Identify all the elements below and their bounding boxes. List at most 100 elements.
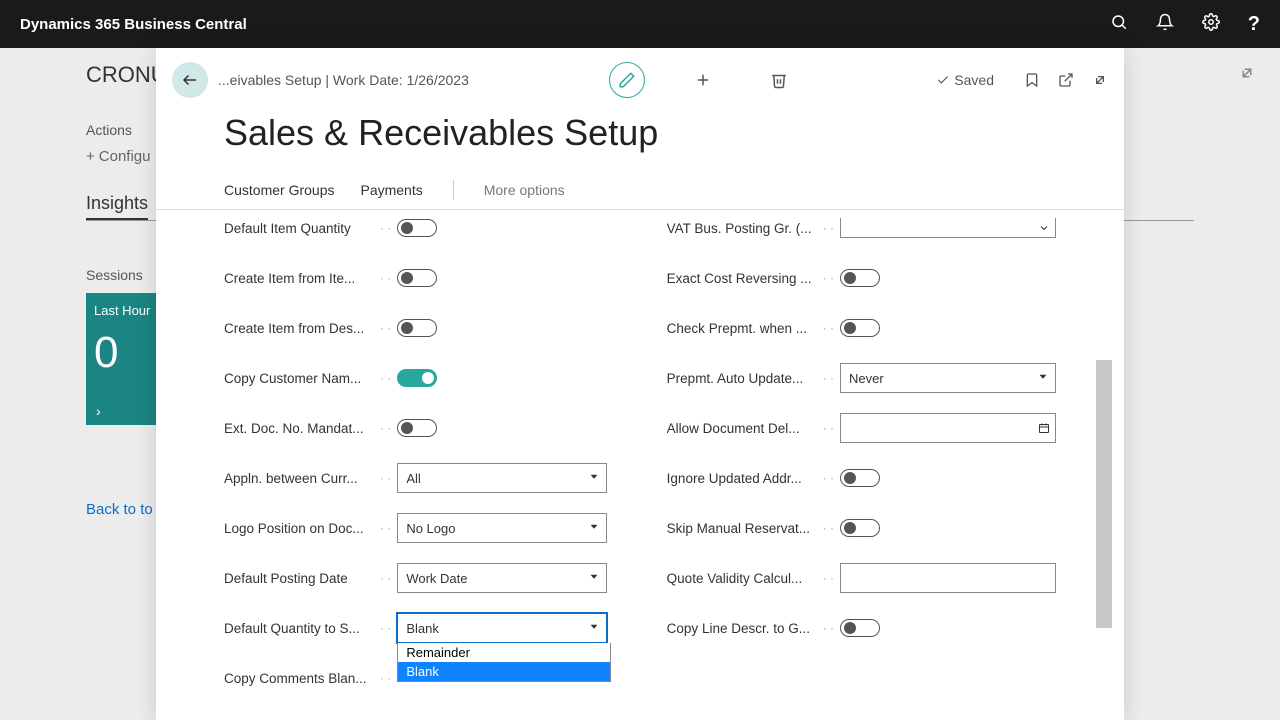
session-card[interactable]: Last Hour 0 ›: [86, 293, 166, 425]
toggle-default-item-quantity[interactable]: [397, 219, 437, 237]
separator-dots: · ·: [823, 371, 834, 385]
toggle-ignore-updated[interactable]: [840, 469, 880, 487]
scrollbar[interactable]: [1096, 360, 1112, 628]
toggle-create-item-from-item[interactable]: [397, 269, 437, 287]
label-allow-doc-del: Allow Document Del...: [667, 421, 817, 436]
content-area: Default Item Quantity · · Create Item fr…: [156, 210, 1124, 720]
label-ext-doc-no: Ext. Doc. No. Mandat...: [224, 421, 374, 436]
dropdown-option-blank[interactable]: Blank: [398, 662, 610, 681]
expand-page-icon[interactable]: [1238, 64, 1256, 87]
toggle-check-prepmt[interactable]: [840, 319, 880, 337]
label-copy-line-descr: Copy Line Descr. to G...: [667, 621, 817, 636]
field-ignore-updated: Ignore Updated Addr... · ·: [667, 462, 1056, 494]
maximize-icon[interactable]: [1092, 72, 1108, 88]
chevron-down-icon[interactable]: [1033, 222, 1055, 234]
separator-dots: · ·: [823, 271, 834, 285]
label-appln-between-curr: Appln. between Curr...: [224, 471, 374, 486]
session-card-value: 0: [94, 328, 158, 378]
toggle-copy-customer-name[interactable]: [397, 369, 437, 387]
field-default-item-quantity: Default Item Quantity · ·: [224, 212, 607, 244]
app-title: Dynamics 365 Business Central: [20, 16, 247, 33]
separator-dots: · ·: [380, 521, 391, 535]
toggle-copy-line-descr[interactable]: [840, 619, 880, 637]
separator-dots: · ·: [823, 221, 834, 235]
dropdown-option-remainder[interactable]: Remainder: [398, 643, 610, 662]
select-appln-between-curr[interactable]: All: [397, 463, 606, 493]
label-default-item-quantity: Default Item Quantity: [224, 221, 374, 236]
session-card-label: Last Hour: [94, 303, 158, 318]
chevron-down-icon: [1037, 371, 1049, 386]
settings-icon[interactable]: [1202, 13, 1220, 36]
page-title: Sales & Receivables Setup: [156, 112, 1124, 170]
field-logo-position: Logo Position on Doc... · · No Logo: [224, 512, 607, 544]
field-skip-manual: Skip Manual Reservat... · ·: [667, 512, 1056, 544]
edit-button[interactable]: [609, 62, 645, 98]
input-vat-bus[interactable]: [841, 220, 1033, 235]
lookup-vat-bus[interactable]: [840, 218, 1056, 238]
notification-icon[interactable]: [1156, 13, 1174, 36]
setup-modal: ...eivables Setup | Work Date: 1/26/2023…: [156, 48, 1124, 720]
label-check-prepmt: Check Prepmt. when ...: [667, 321, 817, 336]
delete-button[interactable]: [761, 62, 797, 98]
toggle-create-item-from-desc[interactable]: [397, 319, 437, 337]
topbar-actions: ?: [1110, 13, 1260, 36]
bookmark-icon[interactable]: [1024, 72, 1040, 88]
label-default-qty-to-ship: Default Quantity to S...: [224, 621, 374, 636]
separator-dots: · ·: [380, 471, 391, 485]
select-default-qty-to-ship[interactable]: Blank: [397, 613, 606, 643]
separator-dots: · ·: [380, 571, 391, 585]
plus-icon: +: [86, 148, 95, 165]
tab-customer-groups[interactable]: Customer Groups: [224, 182, 334, 198]
toggle-skip-manual[interactable]: [840, 519, 880, 537]
field-appln-between-curr: Appln. between Curr... · · All: [224, 462, 607, 494]
field-allow-doc-del: Allow Document Del... · ·: [667, 412, 1056, 444]
field-copy-customer-name: Copy Customer Nam... · ·: [224, 362, 607, 394]
separator-dots: · ·: [823, 471, 834, 485]
separator-dots: · ·: [823, 421, 834, 435]
label-default-posting-date: Default Posting Date: [224, 571, 374, 586]
separator-dots: · ·: [380, 321, 391, 335]
separator-dots: · ·: [823, 521, 834, 535]
tab-separator: [453, 180, 454, 200]
chevron-down-icon: [588, 621, 600, 636]
new-button[interactable]: [685, 62, 721, 98]
separator-dots: · ·: [380, 671, 391, 685]
toggle-ext-doc-no[interactable]: [397, 419, 437, 437]
field-create-item-from-item: Create Item from Ite... · ·: [224, 262, 607, 294]
input-quote-validity-field[interactable]: [841, 571, 1055, 586]
separator-dots: · ·: [380, 371, 391, 385]
calendar-icon[interactable]: [1033, 422, 1055, 434]
label-skip-manual: Skip Manual Reservat...: [667, 521, 817, 536]
field-prepmt-auto: Prepmt. Auto Update... · · Never: [667, 362, 1056, 394]
back-button[interactable]: [172, 62, 208, 98]
separator-dots: · ·: [823, 321, 834, 335]
separator-dots: · ·: [380, 271, 391, 285]
left-column: Default Item Quantity · · Create Item fr…: [224, 218, 607, 694]
field-copy-line-descr: Copy Line Descr. to G... · ·: [667, 612, 1056, 644]
field-default-qty-to-ship: Default Quantity to S... · · Blank Remai…: [224, 612, 607, 644]
search-icon[interactable]: [1110, 13, 1128, 36]
separator-dots: · ·: [380, 221, 391, 235]
chevron-down-icon: [588, 571, 600, 586]
input-allow-doc-del[interactable]: [841, 421, 1033, 436]
field-exact-cost: Exact Cost Reversing ... · ·: [667, 262, 1056, 294]
select-default-posting-date[interactable]: Work Date: [397, 563, 606, 593]
header-right-actions: [1024, 72, 1108, 88]
tab-payments[interactable]: Payments: [360, 182, 422, 198]
more-options[interactable]: More options: [484, 182, 565, 198]
field-ext-doc-no: Ext. Doc. No. Mandat... · ·: [224, 412, 607, 444]
popout-icon[interactable]: [1058, 72, 1074, 88]
select-logo-position[interactable]: No Logo: [397, 513, 606, 543]
help-icon[interactable]: ?: [1248, 13, 1260, 36]
chevron-down-icon: [588, 471, 600, 486]
date-allow-doc-del[interactable]: [840, 413, 1056, 443]
field-quote-validity: Quote Validity Calcul... · ·: [667, 562, 1056, 594]
label-logo-position: Logo Position on Doc...: [224, 521, 374, 536]
dropdown-default-qty-to-ship: Remainder Blank: [397, 643, 611, 682]
input-quote-validity[interactable]: [840, 563, 1056, 593]
label-create-item-from-item: Create Item from Ite...: [224, 271, 374, 286]
label-quote-validity: Quote Validity Calcul...: [667, 571, 817, 586]
separator-dots: · ·: [823, 621, 834, 635]
select-prepmt-auto[interactable]: Never: [840, 363, 1056, 393]
toggle-exact-cost[interactable]: [840, 269, 880, 287]
